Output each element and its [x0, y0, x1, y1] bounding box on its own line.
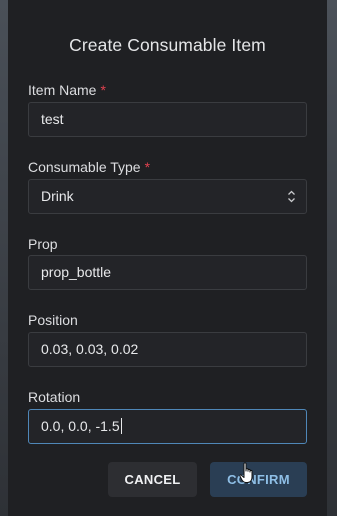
item-name-value: test [41, 111, 64, 127]
text-caret [120, 418, 122, 435]
prop-value: prop_bottle [41, 264, 112, 280]
consumable-type-label-text: Consumable Type [28, 159, 141, 175]
background-edge-left [0, 0, 8, 516]
position-label-text: Position [28, 312, 78, 328]
rotation-input[interactable]: 0.0, 0.0, -1.5 [28, 409, 307, 444]
item-name-input[interactable]: test [28, 102, 307, 137]
confirm-button[interactable]: CONFIRM [210, 462, 307, 497]
consumable-type-value: Drink [41, 188, 74, 204]
consumable-type-select[interactable]: Drink [28, 179, 307, 214]
prop-label-text: Prop [28, 236, 58, 252]
required-marker: * [100, 82, 106, 98]
prop-label: Prop [28, 236, 58, 252]
hand-pointer-icon [239, 462, 253, 483]
rotation-value: 0.0, 0.0, -1.5 [41, 418, 120, 434]
rotation-label-text: Rotation [28, 389, 81, 405]
position-input[interactable]: 0.03, 0.03, 0.02 [28, 332, 307, 367]
required-marker: * [144, 159, 151, 175]
prop-input[interactable]: prop_bottle [28, 255, 307, 290]
item-name-label-text: Item Name [28, 82, 97, 98]
cancel-button[interactable]: CANCEL [108, 462, 197, 497]
chevron-up-down-icon [288, 190, 295, 203]
consumable-type-label: Consumable Type * [28, 159, 150, 175]
item-name-label: Item Name * [28, 82, 106, 98]
background-edge-right [327, 0, 337, 516]
rotation-label: Rotation [28, 389, 80, 405]
position-label: Position [28, 312, 78, 328]
create-consumable-dialog: Create Consumable Item Item Name * test C… [8, 0, 327, 516]
position-value: 0.03, 0.03, 0.02 [41, 341, 139, 357]
dialog-title: Create Consumable Item [69, 35, 266, 55]
